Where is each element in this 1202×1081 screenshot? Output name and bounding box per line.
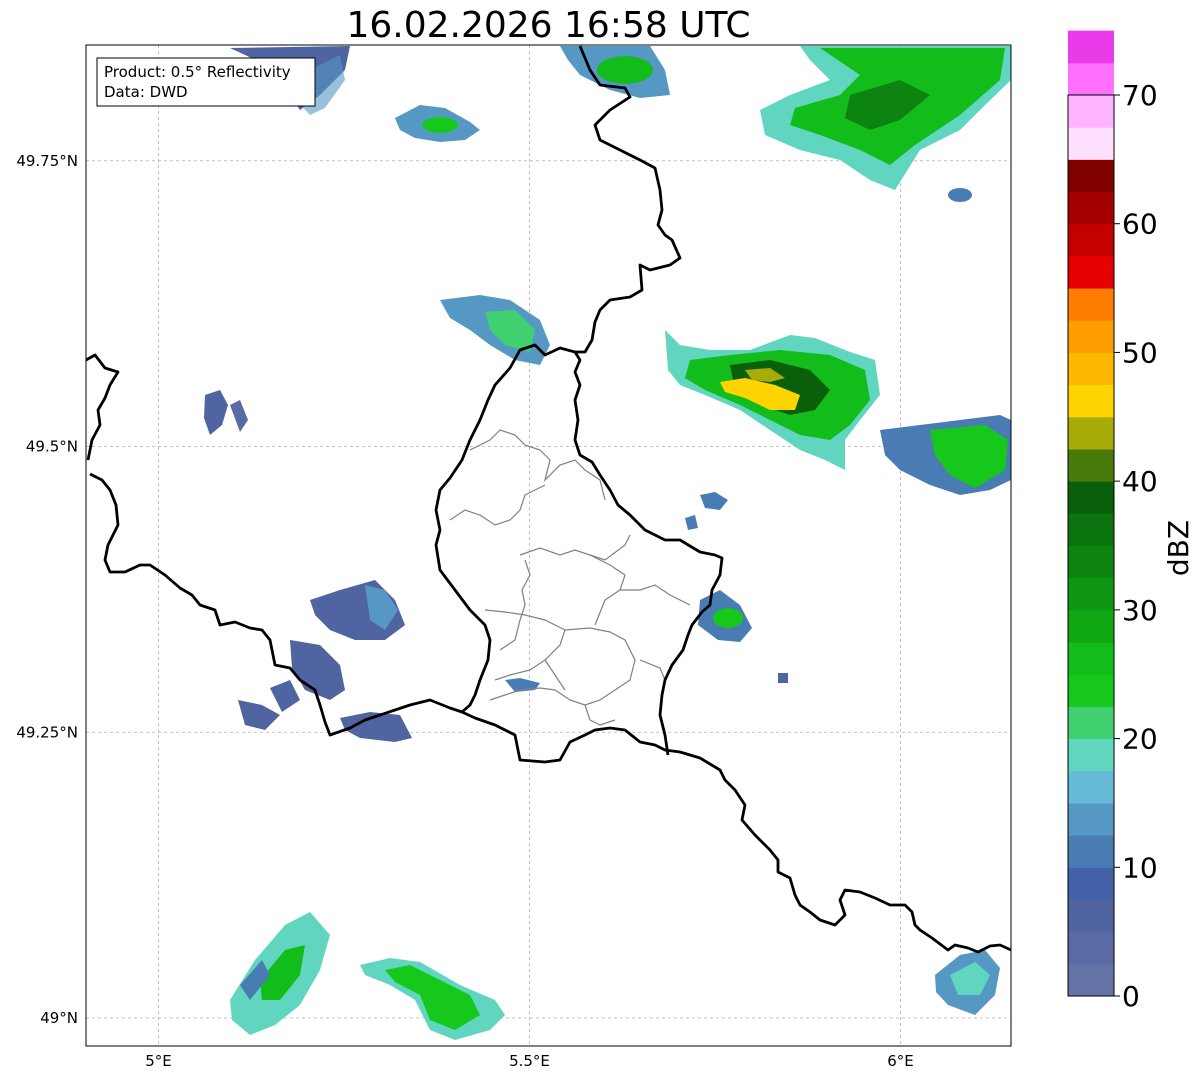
colorbar-band bbox=[1068, 545, 1114, 579]
colorbar-band bbox=[1068, 577, 1114, 611]
colorbar-band bbox=[1068, 320, 1114, 353]
colorbar-band bbox=[1068, 159, 1114, 193]
colorbar-band bbox=[1068, 288, 1114, 321]
colorbar-band bbox=[1068, 899, 1114, 933]
colorbar-band bbox=[1068, 384, 1114, 418]
echo-top-center-core bbox=[597, 56, 653, 84]
colorbar-band bbox=[1068, 963, 1114, 997]
lon-tick-label: 5°E bbox=[145, 1052, 172, 1070]
colorbar-band bbox=[1068, 448, 1114, 482]
lat-tick-label: 49.5°N bbox=[26, 438, 78, 456]
colorbar-band bbox=[1068, 867, 1114, 900]
colorbar-bands bbox=[1068, 30, 1114, 997]
colorbar-ticks: 0 10 20 30 40 50 60 70 bbox=[1114, 79, 1158, 1013]
colorbar-band bbox=[1068, 223, 1114, 257]
colorbar-band bbox=[1068, 62, 1114, 96]
colorbar-tick-label: 60 bbox=[1122, 208, 1158, 241]
colorbar-band bbox=[1068, 481, 1114, 514]
colorbar-band bbox=[1068, 255, 1114, 289]
colorbar-band bbox=[1068, 802, 1114, 836]
echo-small-north-core bbox=[422, 117, 458, 133]
colorbar-band bbox=[1068, 609, 1114, 643]
colorbar-band bbox=[1068, 191, 1114, 225]
colorbar-tick-label: 50 bbox=[1122, 336, 1158, 369]
colorbar-band bbox=[1068, 352, 1114, 386]
colorbar-tick-label: 0 bbox=[1122, 980, 1140, 1013]
colorbar-band bbox=[1068, 513, 1114, 546]
info-product: Product: 0.5° Reflectivity bbox=[104, 63, 291, 81]
colorbar-tick-label: 30 bbox=[1122, 594, 1158, 627]
info-box: Product: 0.5° Reflectivity Data: DWD bbox=[96, 57, 316, 107]
colorbar: 0 10 20 30 40 50 60 70 dBZ bbox=[1067, 30, 1195, 1013]
lon-tick-label: 5.5°E bbox=[509, 1052, 550, 1070]
colorbar-band bbox=[1068, 770, 1114, 804]
colorbar-label: dBZ bbox=[1162, 520, 1195, 576]
lat-tick-label: 49.25°N bbox=[16, 723, 78, 741]
colorbar-band bbox=[1068, 127, 1114, 160]
colorbar-tick-label: 40 bbox=[1122, 465, 1158, 498]
lat-tick-label: 49°N bbox=[40, 1009, 78, 1027]
lon-tick-label: 6°E bbox=[887, 1052, 914, 1070]
colorbar-tick-label: 10 bbox=[1122, 851, 1158, 884]
colorbar-band bbox=[1068, 706, 1114, 740]
echo-tiny-east bbox=[778, 673, 788, 683]
colorbar-tick-label: 70 bbox=[1122, 79, 1158, 112]
info-data: Data: DWD bbox=[104, 83, 188, 101]
colorbar-band bbox=[1068, 95, 1114, 128]
lat-tick-label: 49.75°N bbox=[16, 152, 78, 170]
echo-luxembourg-east-core bbox=[713, 608, 743, 628]
colorbar-tick-label: 20 bbox=[1122, 723, 1158, 756]
colorbar-band bbox=[1068, 835, 1114, 868]
echo-top-right-small bbox=[948, 188, 972, 202]
colorbar-band bbox=[1068, 674, 1114, 707]
longitude-labels: 5°E5.5°E6°E6.5°E7°E bbox=[145, 1052, 914, 1070]
colorbar-band bbox=[1068, 931, 1114, 965]
colorbar-band bbox=[1068, 642, 1114, 675]
colorbar-band bbox=[1068, 416, 1114, 450]
colorbar-band bbox=[1068, 30, 1114, 64]
colorbar-band bbox=[1068, 738, 1114, 772]
radar-map-figure: 49°N49.25°N49.5°N49.75°N50°N50.25°N50.5°… bbox=[16, 30, 1195, 1070]
latitude-labels: 49°N49.25°N49.5°N49.75°N50°N50.25°N50.5°… bbox=[16, 152, 78, 1027]
